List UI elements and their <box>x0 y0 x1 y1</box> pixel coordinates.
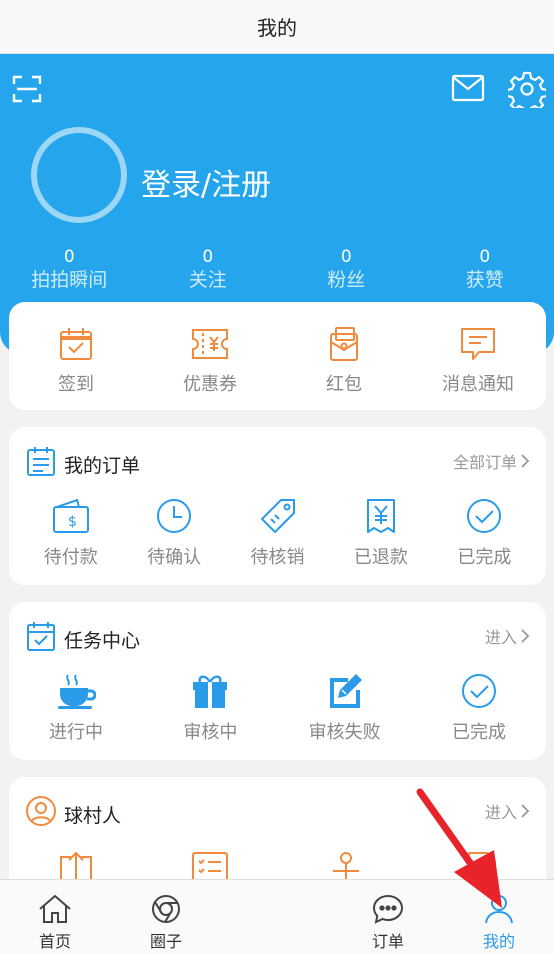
tag-icon <box>260 499 295 533</box>
order-status-label: 已退款 <box>353 547 408 568</box>
my-orders-card: 我的订单 全部订单 $ 待付款 待确认 待核销 已退款 已完成 <box>9 427 546 585</box>
stat-value: 0 <box>340 247 352 267</box>
gift-icon <box>193 675 228 708</box>
stat-value: 0 <box>479 247 491 267</box>
quick-action-label: 消息通知 <box>442 374 514 395</box>
login-register-link[interactable]: 登录/注册 <box>141 160 271 204</box>
all-orders-link[interactable]: 全部订单 <box>453 449 530 473</box>
quick-action-red-packet[interactable]: 红包 <box>277 302 411 396</box>
person-figure-icon[interactable] <box>327 851 365 881</box>
stat-moments[interactable]: 0 拍拍瞬间 <box>0 246 139 292</box>
stats-row: 0 拍拍瞬间 0 关注 0 粉丝 0 获赞 <box>0 246 554 292</box>
order-status-pending-confirm[interactable]: 待确认 <box>122 497 225 569</box>
share-upload-icon[interactable] <box>57 851 95 881</box>
order-status-label: 待核销 <box>250 547 305 568</box>
section-title: 任务中心 <box>64 630 141 652</box>
bottom-tab-bar: 首页 圈子 订单 我的 <box>0 879 554 954</box>
task-status-failed[interactable]: 审核失败 <box>278 672 412 744</box>
title-bar: 我的 <box>0 0 554 54</box>
page-title: 我的 <box>257 16 297 40</box>
circle-icon <box>152 895 180 923</box>
clipboard-icon <box>27 447 55 476</box>
task-status-completed[interactable]: 已完成 <box>412 672 546 744</box>
task-center-card: 任务中心 进入 进行中 审核中 审核失败 已完成 <box>9 602 546 760</box>
gear-icon[interactable] <box>508 70 546 108</box>
coffee-icon <box>58 674 96 709</box>
order-status-label: 待付款 <box>43 547 98 568</box>
village-enter-link[interactable]: 进入 <box>485 799 530 823</box>
section-title: 球村人 <box>64 805 122 827</box>
more-label: 全部订单 <box>452 453 517 472</box>
order-status-label: 已完成 <box>457 547 512 568</box>
task-status-label: 进行中 <box>49 722 103 743</box>
order-status-completed[interactable]: 已完成 <box>433 497 536 569</box>
stat-label: 粉丝 <box>327 269 366 291</box>
chevron-right-icon <box>521 454 530 468</box>
tab-orders[interactable]: 订单 <box>333 880 443 954</box>
tab-label: 我的 <box>482 932 515 951</box>
red-packet-icon <box>330 327 358 361</box>
tab-label: 圈子 <box>149 932 182 951</box>
tab-mine[interactable]: 我的 <box>444 880 554 954</box>
task-status-reviewing[interactable]: 审核中 <box>143 672 277 744</box>
quick-action-coupon[interactable]: 优惠券 <box>143 302 277 396</box>
order-status-pending-redeem[interactable]: 待核销 <box>226 497 329 569</box>
document-icon[interactable] <box>465 851 499 881</box>
check-circle-icon <box>467 499 502 533</box>
stat-likes[interactable]: 0 获赞 <box>416 246 554 292</box>
wallet-icon: $ <box>52 498 89 533</box>
task-status-label: 已完成 <box>451 722 506 743</box>
task-status-in-progress[interactable]: 进行中 <box>9 672 143 744</box>
tab-label: 首页 <box>38 932 71 951</box>
calendar-icon <box>27 622 55 651</box>
user-circle-icon <box>26 796 56 826</box>
user-icon <box>485 895 513 924</box>
stat-label: 关注 <box>188 269 227 291</box>
stat-following[interactable]: 0 关注 <box>139 246 278 292</box>
mail-icon[interactable] <box>451 74 485 102</box>
stat-value: 0 <box>63 247 75 267</box>
chevron-right-icon <box>521 804 530 818</box>
quick-action-label: 签到 <box>58 374 94 395</box>
more-label: 进入 <box>484 628 517 647</box>
order-status-pending-payment[interactable]: $ 待付款 <box>19 497 122 569</box>
chat-icon <box>372 894 404 924</box>
stat-label: 获赞 <box>465 269 504 291</box>
edit-icon <box>329 674 362 708</box>
avatar[interactable] <box>31 127 127 223</box>
stat-label: 拍拍瞬间 <box>31 269 108 291</box>
scan-icon[interactable] <box>12 74 42 104</box>
refund-icon <box>366 499 395 533</box>
quick-actions-card: 签到 优惠券 红包 消息通知 <box>9 302 546 410</box>
section-title: 我的订单 <box>64 455 141 477</box>
home-icon <box>39 895 71 923</box>
coupon-icon <box>192 329 228 359</box>
message-icon <box>461 328 495 360</box>
task-status-label: 审核失败 <box>308 722 381 743</box>
more-label: 进入 <box>484 803 517 822</box>
clock-icon <box>157 499 192 533</box>
order-status-refunded[interactable]: 已退款 <box>329 497 432 569</box>
quick-action-label: 优惠券 <box>183 374 237 395</box>
checklist-icon[interactable] <box>191 851 229 881</box>
tab-label: 订单 <box>371 932 404 951</box>
calendar-check-icon <box>60 328 92 360</box>
order-status-label: 待确认 <box>147 547 202 568</box>
quick-action-messages[interactable]: 消息通知 <box>411 302 545 396</box>
chevron-right-icon <box>521 629 530 643</box>
task-status-label: 审核中 <box>183 722 238 743</box>
check-circle-icon <box>461 674 496 708</box>
tab-circle[interactable]: 圈子 <box>111 880 221 954</box>
tab-home[interactable]: 首页 <box>0 880 110 954</box>
quick-action-label: 红包 <box>326 374 362 395</box>
stat-fans[interactable]: 0 粉丝 <box>277 246 416 292</box>
svg-text:$: $ <box>68 514 77 530</box>
task-center-enter-link[interactable]: 进入 <box>485 624 530 648</box>
stat-value: 0 <box>202 247 214 267</box>
quick-action-checkin[interactable]: 签到 <box>9 302 143 396</box>
